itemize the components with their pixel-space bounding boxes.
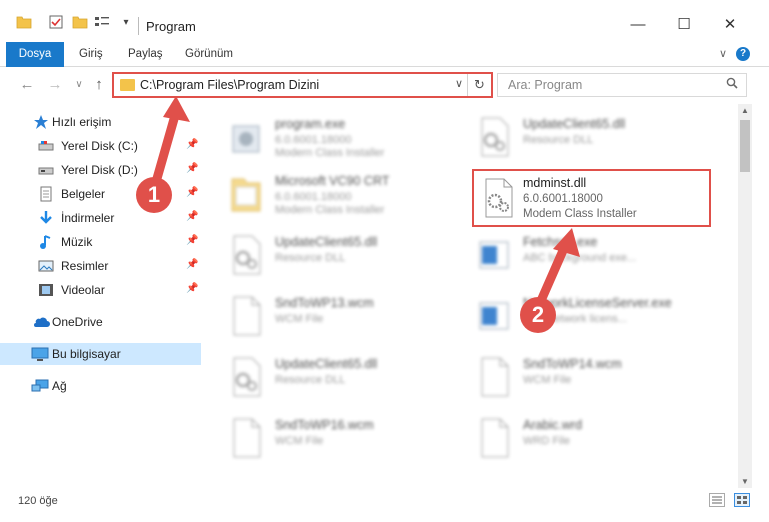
- details-view-icon[interactable]: [709, 493, 725, 507]
- vertical-scrollbar[interactable]: ▲ ▼: [738, 104, 752, 488]
- item-count: 120 öğe: [18, 495, 58, 507]
- scroll-thumb[interactable]: [740, 120, 750, 172]
- status-bar: 120 öğe: [0, 488, 769, 522]
- annotation-badge-2: 2: [520, 297, 556, 333]
- scroll-down-icon[interactable]: ▼: [738, 477, 752, 486]
- annotation-badge-1: 1: [136, 177, 172, 213]
- annotation-arrows: [151, 96, 580, 308]
- large-icons-view-icon[interactable]: [734, 493, 750, 507]
- scroll-up-icon[interactable]: ▲: [738, 106, 752, 115]
